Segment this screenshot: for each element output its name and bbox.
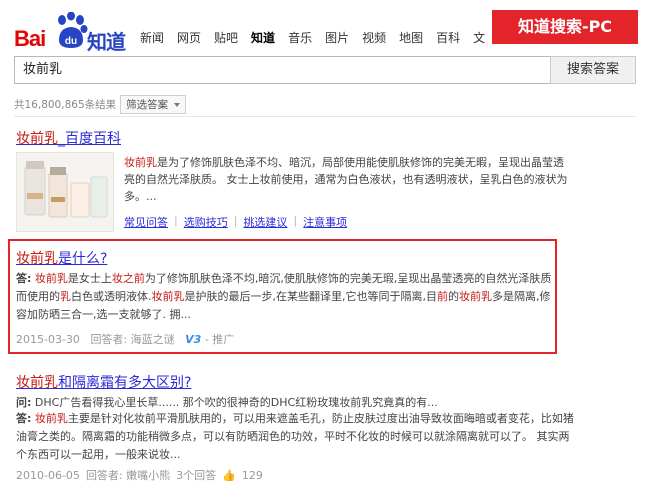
separator: | xyxy=(174,214,178,227)
result-3-answer: 答: 妆前乳主要是针对化妆前平滑肌肤用的，可以用来遮盖毛孔，防止皮肤过度出油导致… xyxy=(16,412,574,461)
baike-link-tips[interactable]: 选购技巧 xyxy=(184,214,228,230)
cosmetics-bottles-icon xyxy=(17,153,113,231)
baike-sub-links: 常见问答 | 选购技巧 | 挑选建议 | 注意事项 xyxy=(124,214,347,230)
result-2-date: 2015-03-30 xyxy=(16,333,80,346)
nav-music[interactable]: 音乐 xyxy=(288,29,312,46)
filter-answers-dropdown[interactable]: 筛选答案 xyxy=(120,95,187,114)
overlay-label-badge: 知道搜索-PC xyxy=(492,10,638,44)
logo-du-text: du xyxy=(65,36,77,47)
logo-zhidao-text: 知道 xyxy=(87,30,126,54)
separator: | xyxy=(293,214,298,227)
question-label: 问: xyxy=(16,396,32,409)
result-3-date: 2010-06-05 xyxy=(16,468,80,482)
nav-video[interactable]: 视频 xyxy=(362,29,386,46)
search-input[interactable]: 妆前乳 xyxy=(14,56,550,84)
result-3-answer-count[interactable]: 3个回答 xyxy=(176,467,216,483)
filter-label: 筛选答案 xyxy=(126,99,169,111)
nav-images[interactable]: 图片 xyxy=(325,29,349,46)
result-2-meta: 2015-03-30 回答者: 海蓝之谜 V3 - 推广 xyxy=(16,331,234,347)
result-count: 共16,800,865条结果 xyxy=(14,99,117,111)
result-3-answerer[interactable]: 回答者: 嫩嘴小熊 xyxy=(86,467,170,483)
baike-link-advice[interactable]: 挑选建议 xyxy=(243,214,287,230)
result-3-title-link[interactable]: 妆前乳和隔离霜有多大区别? xyxy=(16,375,191,391)
baike-desc-text: 是为了修饰肌肤色泽不均、暗沉，局部使用能使肌肤修饰的完美无暇，呈现出晶莹透亮的自… xyxy=(124,156,568,203)
nav-tieba[interactable]: 贴吧 xyxy=(214,29,238,46)
nav-baike[interactable]: 百科 xyxy=(436,29,460,46)
result-3-title[interactable]: 妆前乳和隔离霜有多大区别? xyxy=(16,372,191,392)
promo-label: - 推广 xyxy=(204,333,235,346)
result-3-meta: 2010-06-05 回答者: 嫩嘴小熊 3个回答 👍 129 xyxy=(16,467,263,483)
nav-map[interactable]: 地图 xyxy=(399,29,423,46)
search-answers-button[interactable]: 搜索答案 xyxy=(550,56,636,84)
result-2-answer: 答: 妆前乳是女士上妆之前为了修饰肌肤色泽不均,暗沉,使肌肤修饰的完美无瑕,呈现… xyxy=(16,272,552,321)
baike-title-link[interactable]: 妆前乳_百度百科 xyxy=(16,131,121,147)
baike-link-faq[interactable]: 常见问答 xyxy=(124,214,168,230)
result-2-title-link[interactable]: 妆前乳是什么? xyxy=(16,251,107,267)
search-bar: 妆前乳 搜索答案 xyxy=(14,56,636,84)
logo-bai-text: Bai xyxy=(14,26,46,51)
result-3-question: 问: DHC广告看得我心里长草...... 那个吹的很神奇的DHC红粉玫瑰妆前乳… xyxy=(16,394,576,411)
answer-label: 答: xyxy=(16,272,32,285)
baike-desc-keyword: 妆前乳 xyxy=(124,156,157,169)
baike-link-notes[interactable]: 注意事项 xyxy=(303,214,347,230)
nav-zhidao[interactable]: 知道 xyxy=(251,29,275,46)
answer-label: 答: xyxy=(16,412,32,425)
nav-news[interactable]: 新闻 xyxy=(140,29,164,46)
nav-wenku[interactable]: 文 xyxy=(473,29,485,46)
baike-product-image[interactable] xyxy=(16,152,114,232)
baike-result-title[interactable]: 妆前乳_百度百科 xyxy=(16,128,121,148)
baike-description: 妆前乳是为了修饰肌肤色泽不均、暗沉，局部使用能使肌肤修饰的完美无暇，呈现出晶莹透… xyxy=(124,154,574,205)
result-2-answerer[interactable]: 回答者: 海蓝之谜 xyxy=(90,333,174,346)
thumbs-up-icon[interactable]: 👍 xyxy=(222,469,236,482)
result-stats: 共16,800,865条结果 筛选答案 xyxy=(14,95,187,114)
paw-icon: du xyxy=(58,12,88,48)
top-nav: 新闻 网页 贴吧 知道 音乐 图片 视频 地图 百科 文 xyxy=(140,29,498,46)
result-3-likes: 129 xyxy=(241,468,263,482)
separator: | xyxy=(233,214,238,227)
result-3-answer-text: 主要是针对化妆前平滑肌肤用的，可以用来遮盖毛孔，防止皮肤过度出油导致妆面晦暗或者… xyxy=(16,412,574,461)
nav-web[interactable]: 网页 xyxy=(177,29,201,46)
divider xyxy=(14,116,636,117)
result-3-question-text: DHC广告看得我心里长草...... 那个吹的很神奇的DHC红粉玫瑰妆前乳究竟真… xyxy=(34,396,438,409)
caret-down-icon xyxy=(174,103,181,107)
result-2-title[interactable]: 妆前乳是什么? xyxy=(16,248,107,268)
v3-badge-icon: V3 xyxy=(185,333,202,346)
baidu-zhidao-logo[interactable]: Bai du 知道 xyxy=(14,12,132,54)
